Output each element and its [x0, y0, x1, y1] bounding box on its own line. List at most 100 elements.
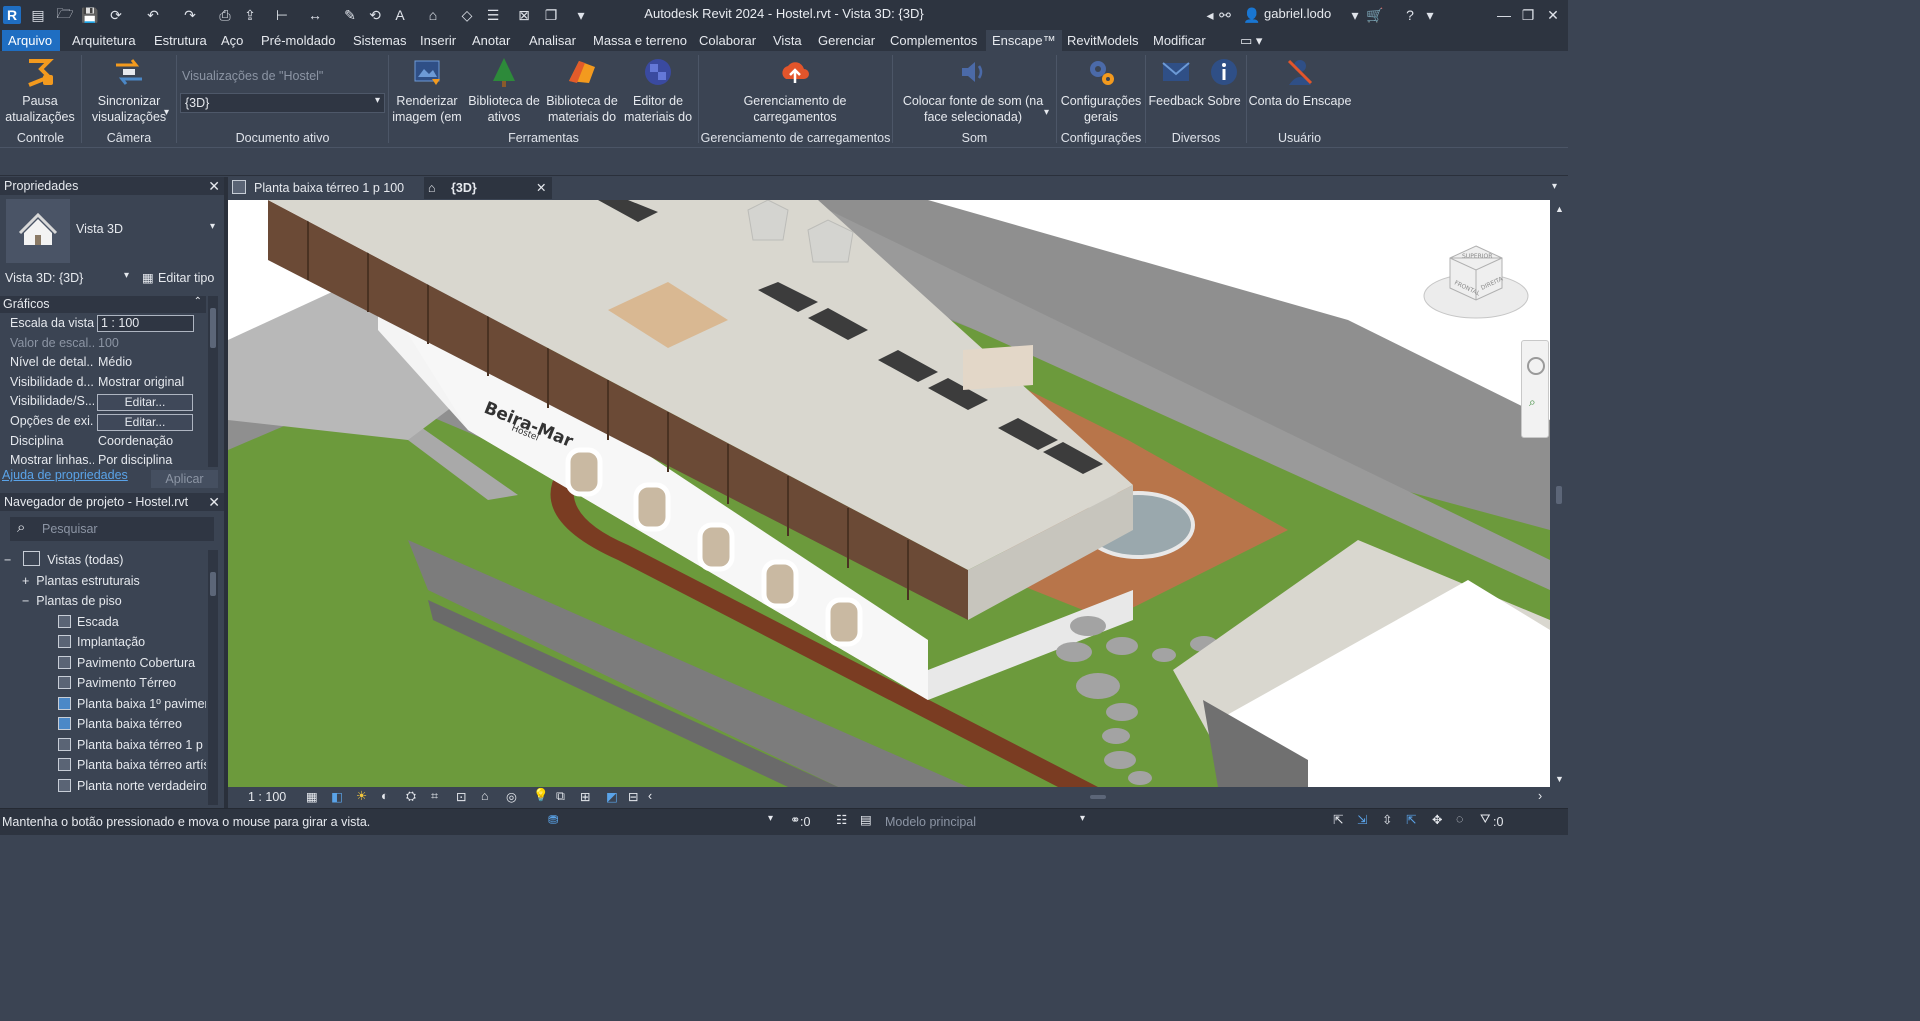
close-icon[interactable]: ✕ [536, 177, 546, 199]
property-row[interactable]: Disciplina Coordenação [0, 432, 206, 452]
visual-style-icon[interactable]: ◧ [331, 789, 343, 804]
tab-revitmodels[interactable]: RevitModels [1061, 30, 1145, 51]
user-name[interactable]: gabriel.lodo [1264, 6, 1331, 21]
tag-icon[interactable]: ✎ [340, 5, 360, 25]
sound-dropdown-icon[interactable]: ▾ [1044, 105, 1049, 121]
shadows-icon[interactable]: ◐ [381, 789, 389, 803]
close-icon[interactable]: ✕ [1543, 5, 1563, 25]
collapse-icon[interactable]: − [22, 594, 29, 608]
section-header-graficos[interactable]: Gráficos ⌃ [0, 296, 206, 313]
property-row[interactable]: Mostrar linhas... Por disciplina [0, 451, 206, 467]
design-options-icon[interactable]: ☷ [836, 812, 847, 827]
property-value[interactable]: Médio [98, 353, 196, 373]
3d-home-icon[interactable]: ⌂ [423, 5, 443, 25]
asset-library-button[interactable]: Biblioteca de ativos [466, 55, 542, 125]
sync-central-icon[interactable]: ⟳ [106, 5, 126, 25]
tab-inserir[interactable]: Inserir [414, 30, 462, 51]
apply-button[interactable]: Aplicar [151, 470, 218, 488]
property-value[interactable]: Mostrar original [98, 373, 196, 393]
properties-scrollbar[interactable] [208, 296, 218, 467]
restore-icon[interactable]: ❐ [1518, 5, 1538, 25]
general-settings-button[interactable]: Configurações gerais [1058, 55, 1144, 125]
editable-icon[interactable]: ⚭ [790, 812, 800, 827]
tree-view-item[interactable]: Planta baixa térreo artís [58, 755, 206, 775]
tab-3d-view[interactable]: ⌂ {3D} ✕ [424, 177, 552, 199]
help-dropdown-icon[interactable]: ▾ [1420, 5, 1440, 25]
filter-icon[interactable]: ⛛ [1480, 812, 1491, 827]
tab-sistemas[interactable]: Sistemas [347, 30, 412, 51]
type-selector[interactable]: Vista 3D ▾ [2, 197, 222, 264]
tab-estrutura[interactable]: Estrutura [148, 30, 213, 51]
redo-icon[interactable]: ↷ [180, 5, 200, 25]
tab-anotar[interactable]: Anotar [466, 30, 516, 51]
highlight-icon[interactable]: ◩ [606, 789, 618, 804]
model-dropdown-icon[interactable]: ▾ [1080, 813, 1085, 824]
tab-gerenciar[interactable]: Gerenciar [812, 30, 881, 51]
tree-root[interactable]: − Vistas (todas) [4, 550, 123, 570]
thin-lines-icon[interactable]: ☰ [483, 5, 503, 25]
text-icon[interactable]: A [390, 5, 410, 25]
3d-viewport[interactable]: Beira-Mar Hostel SUPERIOR FRONTAL DIREIT… [228, 200, 1550, 787]
upload-manager-button[interactable]: Gerenciamento de carregamentos [720, 55, 870, 125]
export-icon[interactable]: ⇪ [240, 5, 260, 25]
select-underlay-icon[interactable]: ⇲ [1357, 812, 1367, 827]
close-icon[interactable]: ✕ [208, 493, 220, 511]
tab-arquitetura[interactable]: Arquitetura [66, 30, 142, 51]
background-process-icon[interactable]: ◌ [1456, 812, 1463, 826]
tab-pre-moldado[interactable]: Pré-moldado [255, 30, 341, 51]
expand-icon[interactable]: + [22, 574, 29, 588]
view-scale[interactable]: 1 : 100 [248, 790, 286, 804]
active-view-select[interactable]: {3D} ▾ [180, 93, 385, 113]
active-option-icon[interactable]: ▤ [860, 812, 872, 827]
enscape-account-button[interactable]: Conta do Enscape [1248, 55, 1352, 109]
undo-icon[interactable]: ↶ [143, 5, 163, 25]
tree-view-item[interactable]: Pavimento Térreo [58, 673, 176, 693]
lock-3d-icon[interactable]: ⌂ [481, 789, 489, 803]
sun-path-icon[interactable]: ☀ [356, 788, 367, 803]
edit-type-button[interactable]: ▦ Editar tipo [140, 269, 222, 287]
render-image-button[interactable]: Renderizar imagem (em [390, 55, 464, 125]
reveal-hidden-icon[interactable]: 💡 [533, 788, 549, 803]
tab-overflow-icon[interactable]: ▾ [1552, 181, 1557, 192]
select-pinned-icon[interactable]: ⇳ [1382, 812, 1392, 827]
switch-windows-icon[interactable]: ❐ [541, 5, 561, 25]
material-library-button[interactable]: Biblioteca de materiais do [544, 55, 620, 125]
navigation-bar[interactable]: ⌕ [1521, 340, 1549, 438]
property-row[interactable]: Visibilidade d... Mostrar original [0, 373, 206, 393]
select-links-icon[interactable]: ⇱ [1333, 812, 1343, 827]
measure-icon[interactable]: ⊢ [272, 5, 292, 25]
cart-icon[interactable]: 🛒 [1365, 5, 1385, 25]
render-icon[interactable]: ⛭ [406, 789, 416, 804]
dimension-icon[interactable]: ↔ [305, 5, 325, 25]
help-icon[interactable]: ? [1400, 5, 1420, 25]
customize-qat-icon[interactable]: ▾ [571, 5, 591, 25]
open-folder-icon[interactable]: 🗁 [55, 5, 75, 25]
binoculars-icon[interactable]: ⚯ [1215, 5, 1235, 25]
tree-view-item[interactable]: Escada [58, 612, 119, 632]
tab-aco[interactable]: Aço [215, 30, 249, 51]
tab-complementos[interactable]: Complementos [884, 30, 983, 51]
edit-visibility-button[interactable]: Editar... [97, 394, 193, 411]
tab-colaborar[interactable]: Colaborar [693, 30, 762, 51]
tab-modificar[interactable]: Modificar [1147, 30, 1212, 51]
tree-view-item[interactable]: Planta baixa térreo [58, 714, 182, 734]
print-icon[interactable]: ⎙ [215, 5, 235, 25]
rotate-icon[interactable]: ⟲ [365, 5, 385, 25]
close-hidden-icon[interactable]: ⊠ [514, 5, 534, 25]
main-model-select[interactable]: Modelo principal [885, 815, 976, 829]
viewport-scrollbar[interactable]: ▲ ▼ [1550, 200, 1568, 808]
sync-views-button[interactable]: Sincronizar visualizações ▾ [90, 55, 169, 125]
temp-hide-icon[interactable]: ◎ [506, 789, 517, 804]
drag-elements-icon[interactable]: ✥ [1432, 812, 1442, 827]
close-icon[interactable]: ✕ [208, 177, 220, 195]
design-options-dropdown[interactable]: ▾ [768, 813, 773, 824]
section-icon[interactable]: ◇ [457, 5, 477, 25]
minimize-icon[interactable]: — [1494, 5, 1514, 25]
tree-view-item[interactable]: Planta baixa 1º pavimen [58, 694, 206, 714]
place-sound-source-button[interactable]: Colocar fonte de som (na face selecionad… [898, 55, 1049, 125]
tab-floor-plan[interactable]: Planta baixa térreo 1 p 100 [232, 177, 422, 199]
scroll-right-icon[interactable]: › [1538, 789, 1542, 803]
tab-arquivo[interactable]: Arquivo [2, 30, 60, 51]
pause-updates-button[interactable]: Pausa atualizações [4, 55, 76, 125]
properties-help-link[interactable]: Ajuda de propriedades [2, 468, 128, 482]
